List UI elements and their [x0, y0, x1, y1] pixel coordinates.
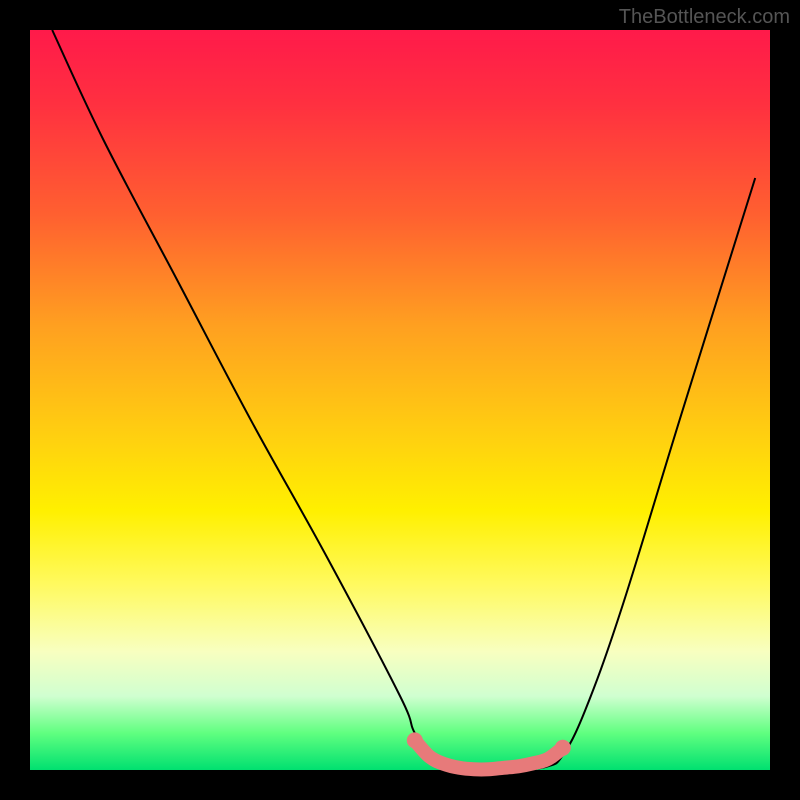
highlight-end-dot: [555, 740, 571, 756]
plot-area: [30, 30, 770, 770]
highlight-end-dot: [407, 732, 423, 748]
bottleneck-curve: [52, 30, 755, 771]
highlight-segment: [415, 740, 563, 769]
chart-svg: [30, 30, 770, 770]
chart-container: TheBottleneck.com: [0, 0, 800, 800]
watermark-text: TheBottleneck.com: [619, 6, 790, 29]
